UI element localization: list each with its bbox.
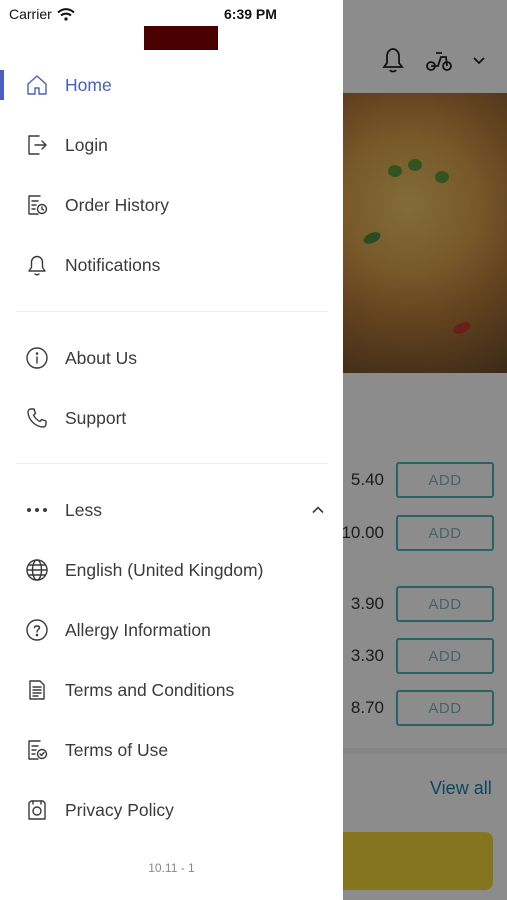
menu-item-order-history[interactable]: Order History [0, 179, 343, 231]
menu-item-label: Allergy Information [65, 620, 211, 640]
wifi-icon [57, 7, 75, 21]
menu-item-label: Privacy Policy [65, 800, 174, 820]
phone-icon [25, 406, 49, 430]
menu-item-label: About Us [65, 348, 137, 368]
carrier: Carrier [9, 6, 75, 22]
menu-item-terms-of-use[interactable]: Terms of Use [0, 724, 343, 776]
menu-item-support[interactable]: Support [0, 392, 343, 444]
order-history-icon [25, 193, 49, 217]
navigation-drawer: Carrier 6:39 PM Home Login Order History… [0, 0, 343, 900]
menu-item-label: English (United Kingdom) [65, 560, 264, 580]
menu-item-home[interactable]: Home [0, 59, 343, 111]
globe-icon [25, 558, 49, 582]
menu-item-language[interactable]: English (United Kingdom) [0, 544, 343, 596]
info-icon [25, 346, 49, 370]
menu-item-privacy-policy[interactable]: Privacy Policy [0, 784, 343, 836]
menu-item-label: Notifications [65, 255, 161, 275]
menu-item-label: Login [65, 135, 108, 155]
menu-item-label: Less [65, 500, 102, 520]
chevron-up-icon[interactable] [311, 503, 325, 517]
menu-item-terms-and-conditions[interactable]: Terms and Conditions [0, 664, 343, 716]
menu-item-label: Terms of Use [65, 740, 169, 760]
menu-item-login[interactable]: Login [0, 119, 343, 171]
menu-item-label: Home [65, 75, 112, 95]
document-icon [25, 678, 49, 702]
bell-icon [25, 253, 49, 277]
login-icon [25, 133, 49, 157]
document-check-icon [25, 738, 49, 762]
brand-logo [144, 26, 218, 50]
menu-item-label: Order History [65, 195, 170, 215]
divider [16, 463, 328, 464]
status-time: 6:39 PM [224, 6, 277, 22]
menu-item-notifications[interactable]: Notifications [0, 239, 343, 291]
app-version: 10.11 - 1 [148, 861, 195, 875]
dim-overlay[interactable] [343, 0, 507, 900]
menu-item-less[interactable]: Less [0, 484, 343, 536]
privacy-icon [25, 798, 49, 822]
carrier-label: Carrier [9, 6, 52, 22]
status-bar: Carrier 6:39 PM [0, 0, 343, 28]
menu-item-label: Support [65, 408, 127, 428]
divider [16, 311, 328, 312]
more-dots-icon [25, 498, 49, 522]
menu-item-about-us[interactable]: About Us [0, 332, 343, 384]
question-icon [25, 618, 49, 642]
menu-item-allergy-information[interactable]: Allergy Information [0, 604, 343, 656]
menu-item-label: Terms and Conditions [65, 680, 235, 700]
home-icon [25, 73, 49, 97]
